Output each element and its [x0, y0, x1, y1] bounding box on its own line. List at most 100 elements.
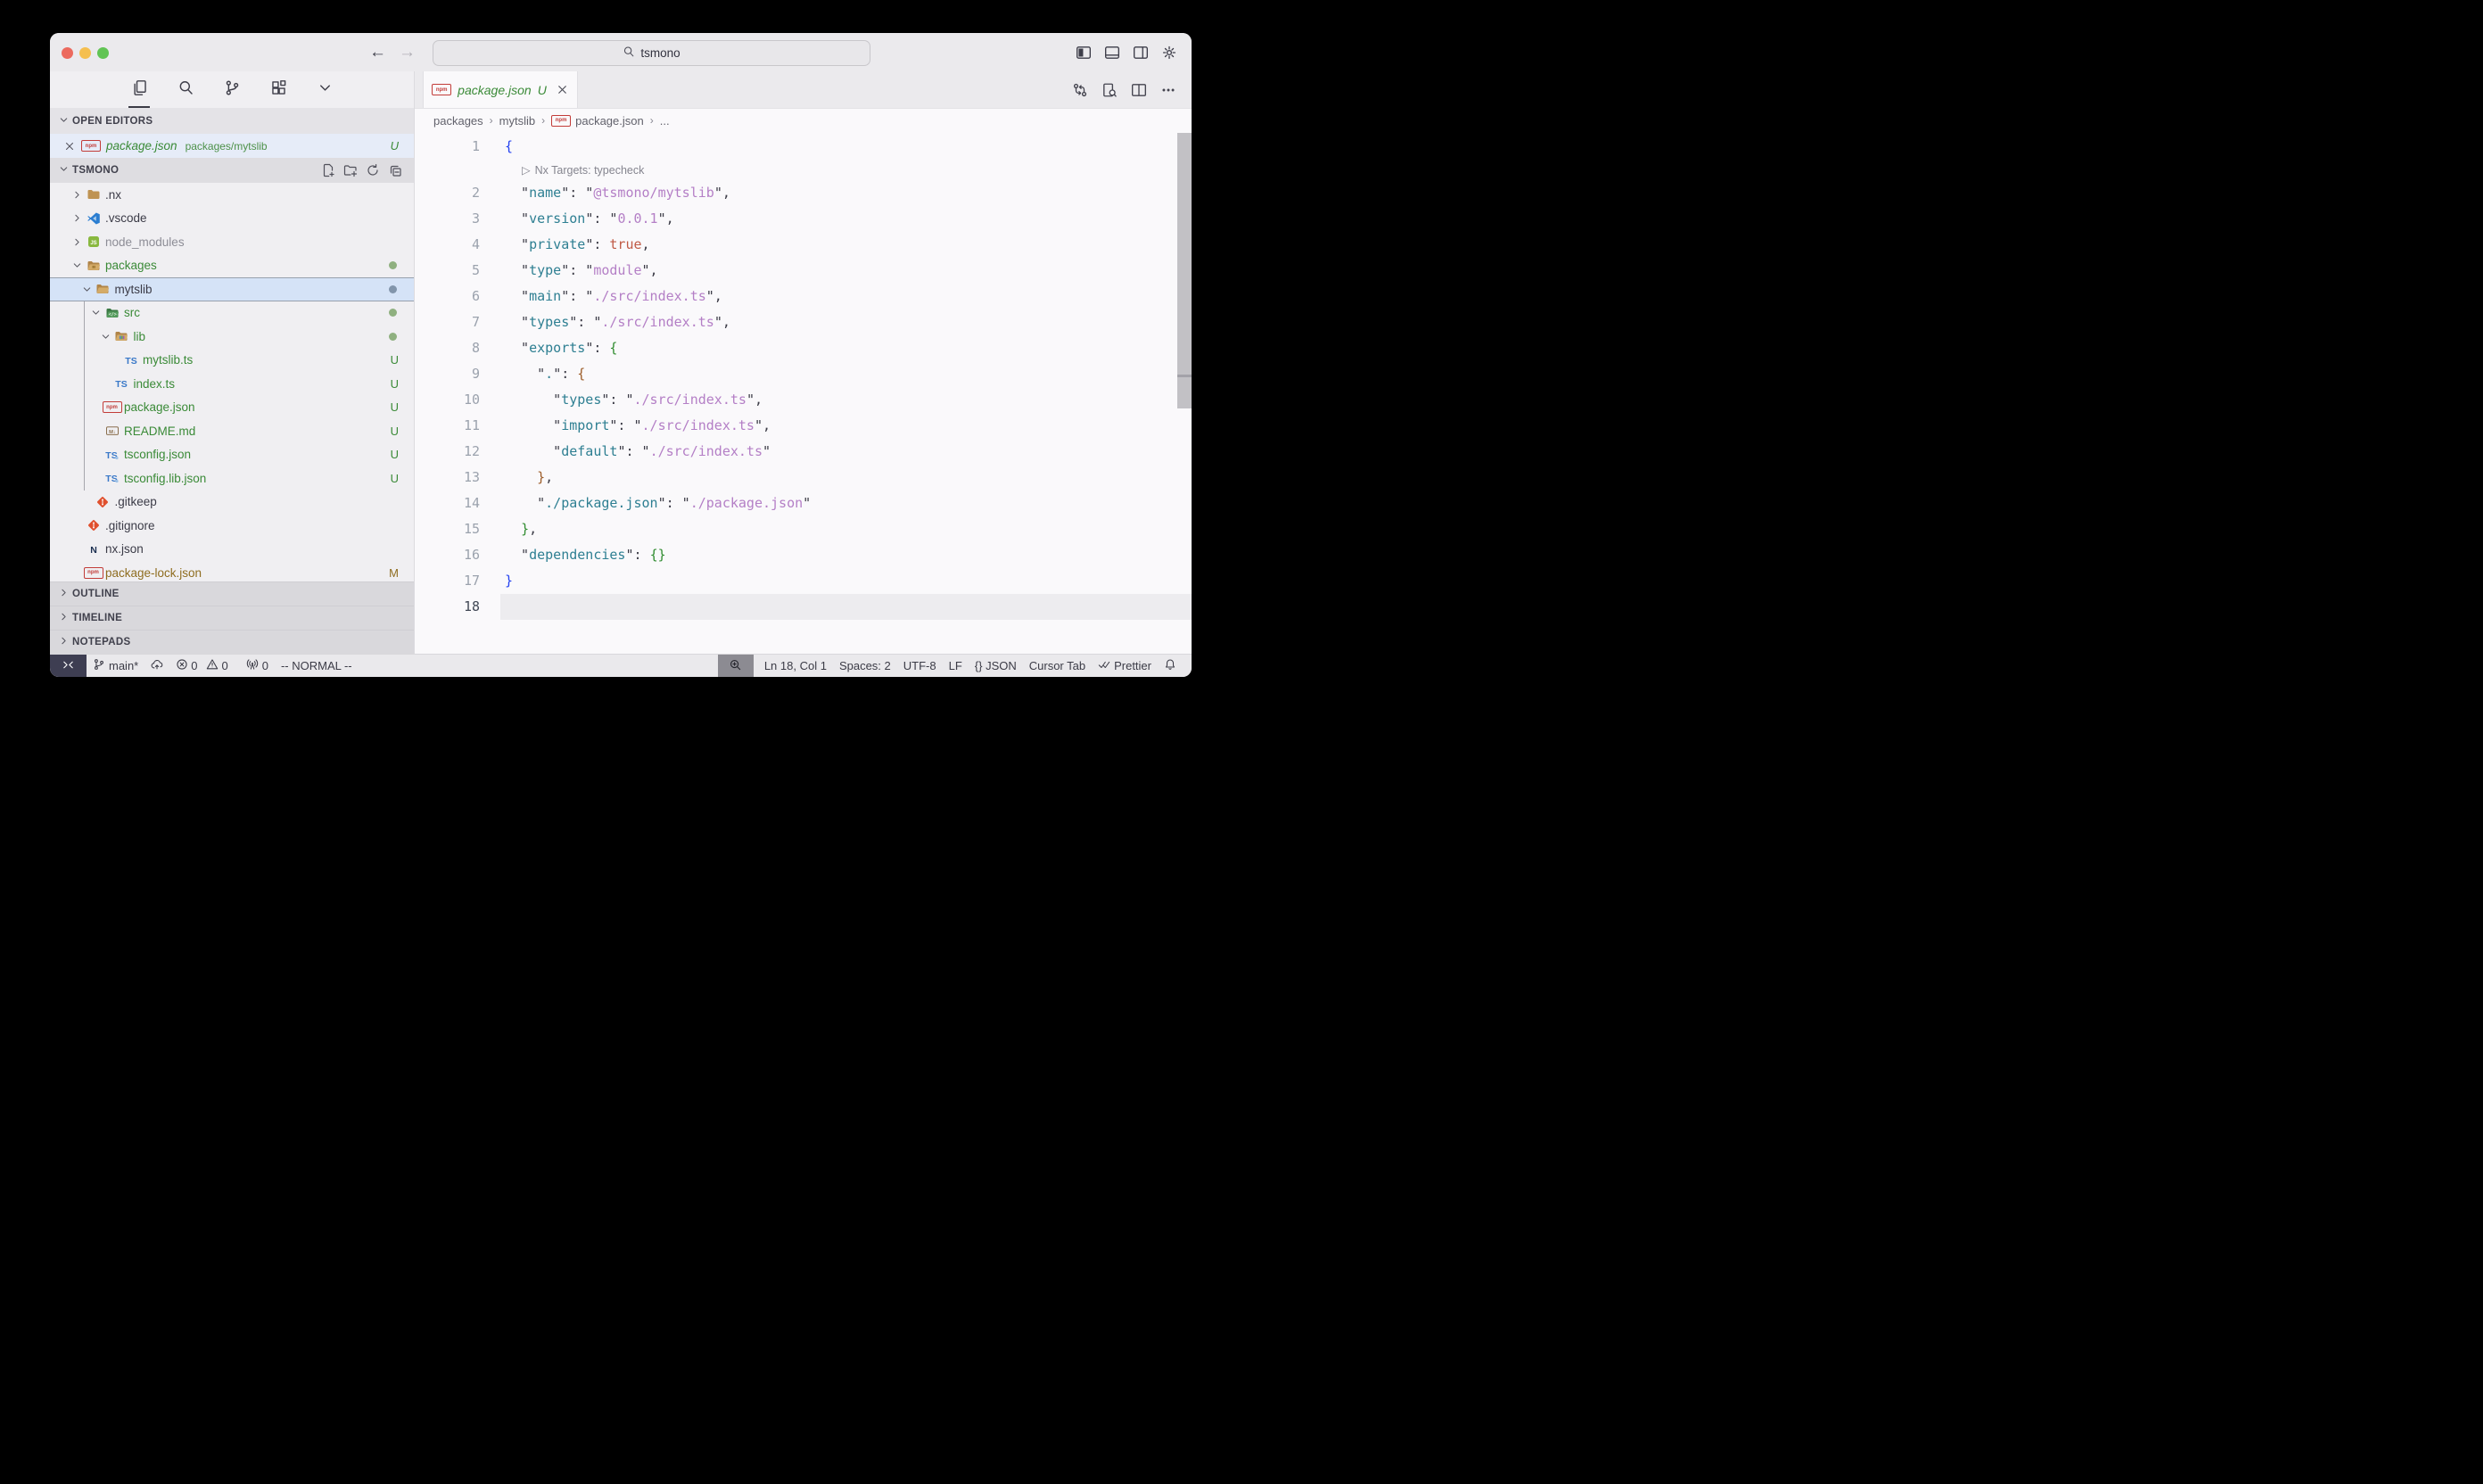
status-remote-indicator[interactable] — [50, 655, 87, 677]
code-line-10[interactable]: 10 "types": "./src/index.ts", — [415, 387, 1192, 413]
close-icon[interactable] — [556, 83, 569, 96]
tree-item-tsconfig-json[interactable]: TStsconfig.jsonU — [50, 443, 414, 467]
split-editor-icon[interactable] — [1131, 82, 1147, 98]
status-ports[interactable]: 0 — [240, 655, 275, 677]
activity-more-views[interactable] — [313, 71, 336, 108]
line-number: 2 — [415, 180, 480, 206]
status-language-mode[interactable]: {} JSON — [969, 655, 1023, 677]
status-cursor-position[interactable]: Ln 18, Col 1 — [758, 655, 833, 677]
status-encoding[interactable]: UTF-8 — [897, 655, 943, 677]
activity-explorer[interactable] — [128, 71, 151, 108]
status-indentation[interactable]: Spaces: 2 — [833, 655, 897, 677]
breadcrumb-item-packages[interactable]: packages — [433, 114, 483, 128]
code-line-2[interactable]: 2 "name": "@tsmono/mytslib", — [415, 180, 1192, 206]
editor-window: ← → tsmono OPEN EDITORS npm package.json… — [50, 33, 1192, 677]
open-editor-item[interactable]: npm package.json packages/mytslib U — [50, 134, 414, 158]
chevron-down-icon — [58, 114, 70, 128]
code-line-6[interactable]: 6 "main": "./src/index.ts", — [415, 284, 1192, 309]
new-folder-icon[interactable] — [343, 163, 358, 177]
command-center-search[interactable]: tsmono — [433, 40, 870, 66]
code-line-3[interactable]: 3 "version": "0.0.1", — [415, 206, 1192, 232]
tree-item--gitignore[interactable]: .gitignore — [50, 514, 414, 538]
minimize-window-button[interactable] — [79, 47, 91, 59]
status-label: -- NORMAL -- — [281, 659, 352, 672]
breadcrumb-item-mytslib[interactable]: mytslib — [499, 114, 535, 128]
toggle-primary-sidebar-icon[interactable] — [1076, 45, 1092, 61]
code-editor[interactable]: 1{▷Nx Targets: typecheck2 "name": "@tsmo… — [415, 132, 1192, 654]
status-eol[interactable]: LF — [943, 655, 969, 677]
code-line-4[interactable]: 4 "private": true, — [415, 232, 1192, 258]
tab-package-json[interactable]: npm package.json U — [423, 71, 578, 108]
tree-item-label: nx.json — [105, 542, 144, 556]
more-actions-icon[interactable] — [1160, 82, 1176, 98]
breadcrumb-label: mytslib — [499, 114, 535, 128]
back-button[interactable]: ← — [369, 43, 386, 62]
toggle-secondary-sidebar-icon[interactable] — [1133, 45, 1149, 61]
code-line-7[interactable]: 7 "types": "./src/index.ts", — [415, 309, 1192, 335]
close-window-button[interactable] — [62, 47, 73, 59]
code-line-14[interactable]: 14 "./package.json": "./package.json" — [415, 491, 1192, 516]
collapse-folders-icon[interactable] — [388, 163, 402, 177]
tree-item-mytslib[interactable]: mytslib — [50, 277, 414, 301]
open-changes-icon[interactable] — [1072, 82, 1088, 98]
code-line-18[interactable]: 18 — [415, 594, 1192, 620]
settings-icon[interactable] — [1161, 45, 1177, 61]
tree-item-package-json[interactable]: npmpackage.jsonU — [50, 396, 414, 420]
activity-source-control[interactable] — [220, 71, 243, 108]
zoom-window-button[interactable] — [97, 47, 109, 59]
code-line-5[interactable]: 5 "type": "module", — [415, 258, 1192, 284]
status-vim-mode[interactable]: -- NORMAL -- — [275, 655, 359, 677]
tree-item-node-modules[interactable]: JSnode_modules — [50, 230, 414, 254]
status-sync-changes[interactable] — [144, 655, 169, 677]
open-preview-icon[interactable] — [1101, 82, 1118, 98]
code-line-11[interactable]: 11 "import": "./src/index.ts", — [415, 413, 1192, 439]
open-editors-header[interactable]: OPEN EDITORS — [50, 108, 414, 134]
activity-search[interactable] — [174, 71, 197, 108]
forward-button[interactable]: → — [399, 43, 416, 62]
tree-item--vscode[interactable]: .vscode — [50, 207, 414, 231]
section-header-timeline[interactable]: TIMELINE — [50, 606, 414, 630]
tree-item-nx-json[interactable]: Nnx.json — [50, 538, 414, 562]
tree-item-tsconfig-lib-json[interactable]: TStsconfig.lib.jsonU — [50, 466, 414, 491]
new-file-icon[interactable] — [321, 163, 335, 177]
status-cursor-tab[interactable]: Cursor Tab — [1023, 655, 1092, 677]
code-line-9[interactable]: 9 ".": { — [415, 361, 1192, 387]
status-problems[interactable]: 00 — [169, 655, 239, 677]
code-line-1[interactable]: 1{ — [415, 134, 1192, 160]
section-label: TIMELINE — [72, 613, 122, 623]
tree-item-lib[interactable]: lib — [50, 325, 414, 349]
tree-item-packages[interactable]: packages — [50, 254, 414, 278]
tree-item-src[interactable]: </>src — [50, 301, 414, 326]
code-line-16[interactable]: 16 "dependencies": {} — [415, 542, 1192, 568]
close-editor-icon[interactable] — [63, 140, 76, 153]
git-status-badge: M — [389, 566, 399, 580]
section-header-outline[interactable]: OUTLINE — [50, 581, 414, 606]
tree-item-index-ts[interactable]: TSindex.tsU — [50, 372, 414, 396]
scrollbar-thumb[interactable] — [1177, 133, 1192, 408]
status-git-branch[interactable]: main* — [87, 655, 144, 677]
codelens[interactable]: ▷Nx Targets: typecheck — [415, 160, 1192, 180]
code-line-13[interactable]: 13 }, — [415, 465, 1192, 491]
nx-icon: N — [86, 542, 101, 556]
code-line-15[interactable]: 15 }, — [415, 516, 1192, 542]
status-notifications[interactable] — [1158, 655, 1183, 677]
code-line-12[interactable]: 12 "default": "./src/index.ts" — [415, 439, 1192, 465]
code-line-8[interactable]: 8 "exports": { — [415, 335, 1192, 361]
status-formatter[interactable]: Prettier — [1092, 655, 1158, 677]
section-header-notepads[interactable]: NOTEPADS — [50, 630, 414, 654]
toggle-panel-icon[interactable] — [1104, 45, 1120, 61]
breadcrumb-item--[interactable]: ... — [660, 114, 670, 128]
tree-item-mytslib-ts[interactable]: TSmytslib.tsU — [50, 349, 414, 373]
git-icon — [86, 518, 101, 532]
code-line-17[interactable]: 17} — [415, 568, 1192, 594]
modified-dot — [389, 309, 397, 317]
explorer-section-header[interactable]: TSMONO — [50, 158, 414, 183]
tree-item--nx[interactable]: .nx — [50, 183, 414, 207]
breadcrumb-item-package-json[interactable]: npmpackage.json — [551, 114, 644, 128]
status-zoom-indicator[interactable] — [718, 655, 754, 677]
refresh-explorer-icon[interactable] — [366, 163, 380, 177]
tree-item--gitkeep[interactable]: .gitkeep — [50, 491, 414, 515]
activity-extensions[interactable] — [267, 71, 290, 108]
tree-item-README-md[interactable]: M↓README.mdU — [50, 419, 414, 443]
tree-item-package-lock-json[interactable]: npmpackage-lock.jsonM — [50, 561, 414, 581]
